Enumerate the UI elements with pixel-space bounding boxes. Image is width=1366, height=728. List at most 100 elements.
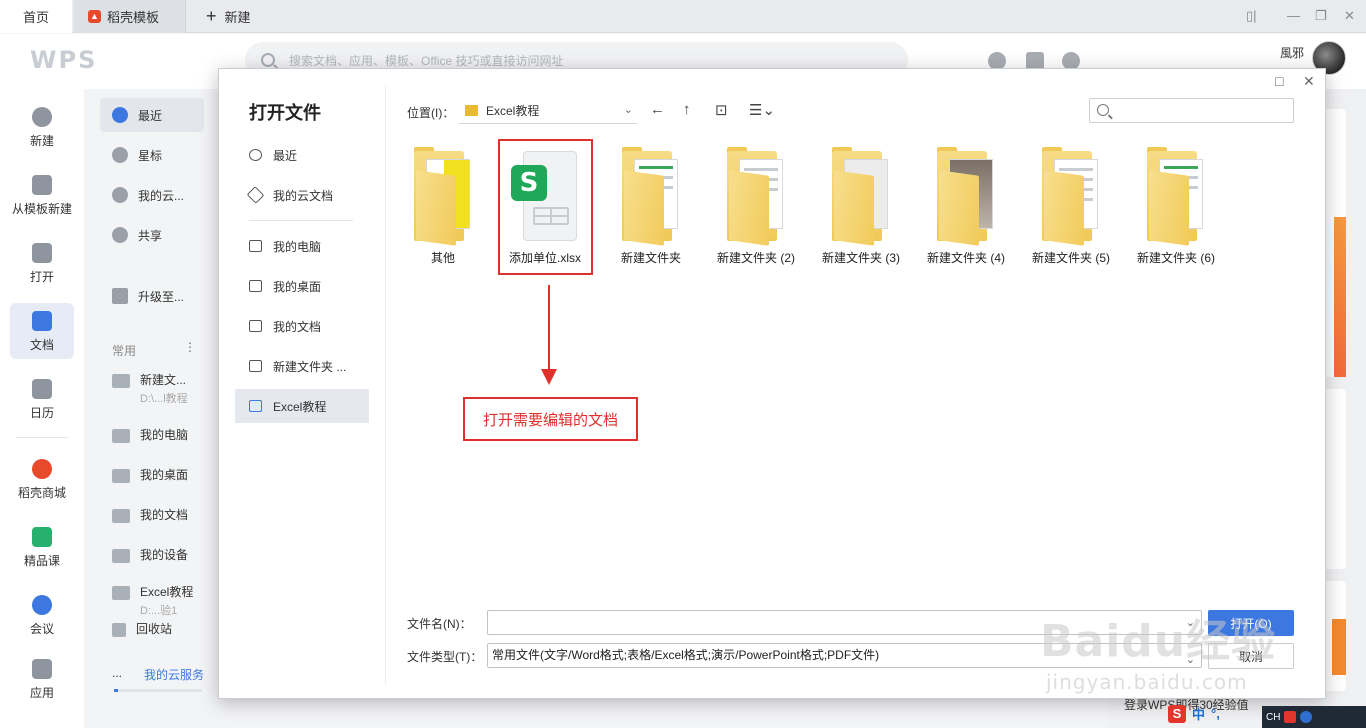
sogou-tray-icon[interactable] bbox=[1284, 711, 1297, 723]
upgrade-icon bbox=[112, 288, 128, 304]
tablet-mode-icon[interactable]: ▯| bbox=[1246, 8, 1257, 24]
nav-star[interactable]: 星标 bbox=[100, 138, 204, 172]
nav-upgrade[interactable]: 升级至... bbox=[100, 279, 204, 313]
common-my-desktop[interactable]: 我的桌面 bbox=[112, 466, 188, 483]
location-dropdown[interactable]: Excel教程 ⌄ bbox=[459, 98, 637, 124]
dialog-nav-desktop[interactable]: 我的桌面 bbox=[235, 269, 369, 303]
dialog-nav-cloud[interactable]: 我的云文档 bbox=[235, 178, 369, 212]
clock-icon bbox=[249, 149, 262, 161]
sogou-icon: S bbox=[1168, 704, 1186, 723]
ime-toolbar[interactable]: S 中 °, bbox=[1168, 704, 1220, 723]
apps-icon bbox=[32, 659, 52, 679]
dialog-nav-recent[interactable]: 最近 bbox=[235, 138, 369, 172]
template-icon bbox=[32, 175, 52, 195]
common-my-pc[interactable]: 我的电脑 bbox=[112, 426, 188, 443]
location-label: 位置(I)： bbox=[407, 106, 455, 120]
file-item[interactable]: 新建文件夹 (6) bbox=[1126, 147, 1226, 266]
view-mode-icon[interactable]: ☰⌄ bbox=[749, 101, 775, 119]
maximize-icon[interactable]: □ bbox=[1275, 73, 1283, 89]
common-my-devices[interactable]: 我的设备 bbox=[112, 546, 188, 563]
dialog-nav-new-folder[interactable]: 新建文件夹 ... bbox=[235, 349, 369, 383]
file-item[interactable]: 新建文件夹 (3) bbox=[811, 147, 911, 266]
dialog-nav-recent-label: 最近 bbox=[273, 148, 298, 163]
common-my-desktop-label: 我的桌面 bbox=[140, 468, 189, 482]
more-options-icon[interactable]: ⋮ bbox=[184, 340, 196, 354]
file-name: 其他 bbox=[430, 251, 455, 265]
nav-recent[interactable]: 最近 bbox=[100, 98, 204, 132]
tab-daoke-templates[interactable]: ▲ 稻壳模板 bbox=[74, 0, 186, 33]
plus-icon bbox=[32, 107, 52, 127]
folder-icon bbox=[112, 373, 130, 388]
ime-mode: 中 bbox=[1192, 707, 1206, 722]
system-tray: CH bbox=[1262, 706, 1366, 728]
dialog-nav-desktop-label: 我的桌面 bbox=[273, 279, 322, 294]
dialog-title: 打开文件 bbox=[249, 103, 321, 123]
user-name[interactable]: 風邪 bbox=[1280, 44, 1304, 61]
rail-meeting[interactable]: 会议 bbox=[0, 595, 84, 637]
common-trash[interactable]: 回收站 bbox=[112, 620, 172, 637]
folder-icon bbox=[249, 320, 262, 332]
rail-from-template[interactable]: 从模板新建 bbox=[0, 175, 84, 217]
folder-icon bbox=[249, 360, 262, 372]
rail-calendar-label: 日历 bbox=[29, 406, 54, 420]
common-my-docs[interactable]: 我的文档 bbox=[112, 506, 188, 523]
search-icon bbox=[1097, 104, 1109, 116]
annotation-highlight-box bbox=[498, 139, 593, 275]
daoke-logo-icon: ▲ bbox=[88, 10, 101, 23]
close-icon[interactable]: ✕ bbox=[1303, 73, 1315, 90]
trash-icon bbox=[112, 622, 126, 637]
close-window-icon[interactable]: ✕ bbox=[1344, 8, 1355, 24]
language-indicator[interactable]: CH bbox=[1266, 712, 1280, 723]
meeting-icon bbox=[32, 595, 52, 615]
nav-cloud[interactable]: 我的云... bbox=[100, 178, 204, 212]
restore-icon[interactable]: ❐ bbox=[1315, 8, 1327, 24]
tab-new[interactable]: + 新建 bbox=[204, 0, 251, 33]
tab-home[interactable]: 首页 bbox=[0, 0, 72, 33]
wps-logo: WPS bbox=[30, 46, 98, 74]
dialog-search-input[interactable] bbox=[1089, 98, 1294, 123]
cloud-icon bbox=[112, 187, 128, 203]
up-arrow-icon[interactable]: ↑ bbox=[683, 101, 691, 118]
search-icon bbox=[261, 53, 275, 67]
common-excel-tutorial[interactable]: Excel教程 D:...验1 bbox=[112, 583, 193, 618]
file-item[interactable]: 新建文件夹 (4) bbox=[916, 147, 1016, 266]
file-item[interactable]: 新建文件夹 (5) bbox=[1021, 147, 1121, 266]
rail-open[interactable]: 打开 bbox=[0, 243, 84, 285]
common-new-folder[interactable]: 新建文... D:\...l教程 bbox=[112, 371, 188, 406]
file-item[interactable]: 新建文件夹 bbox=[601, 147, 701, 266]
help-icon[interactable] bbox=[1300, 711, 1313, 723]
dialog-nav-pc-label: 我的电脑 bbox=[273, 239, 322, 254]
filename-label: 文件名(N)： bbox=[407, 617, 472, 631]
common-my-docs-label: 我的文档 bbox=[140, 508, 189, 522]
dialog-nav-excel-label: Excel教程 bbox=[273, 399, 327, 414]
dialog-nav-excel-tutorial[interactable]: Excel教程 bbox=[235, 389, 369, 423]
course-icon bbox=[32, 527, 52, 547]
back-arrow-icon[interactable]: ← bbox=[650, 101, 665, 118]
minimize-icon[interactable]: — bbox=[1287, 8, 1300, 23]
nav-cloud-label: 我的云... bbox=[138, 188, 185, 203]
common-my-devices-label: 我的设备 bbox=[140, 548, 189, 562]
cube-icon bbox=[246, 186, 265, 204]
rail-new-label: 新建 bbox=[29, 134, 54, 148]
file-item[interactable]: 新建文件夹 (2) bbox=[706, 147, 806, 266]
new-folder-icon[interactable]: ⊡ bbox=[715, 101, 728, 119]
rail-calendar[interactable]: 日历 bbox=[0, 379, 84, 421]
dialog-nav-pc[interactable]: 我的电脑 bbox=[235, 229, 369, 263]
rail-from-template-label: 从模板新建 bbox=[11, 202, 72, 216]
dialog-nav-docs[interactable]: 我的文档 bbox=[235, 309, 369, 343]
cloud-service-link[interactable]: 我的云服务 bbox=[144, 666, 204, 683]
folder-icon bbox=[112, 508, 130, 523]
rail-daoke-store[interactable]: 稻壳商城 bbox=[0, 459, 84, 501]
rail-courses[interactable]: 精品课 bbox=[0, 527, 84, 569]
file-item[interactable]: 其他 bbox=[393, 147, 493, 266]
nav-upgrade-label: 升级至... bbox=[138, 289, 185, 304]
search-placeholder: 搜索文档、应用、模板、Office 技巧或直接访问网址 bbox=[289, 53, 564, 68]
rail-documents[interactable]: 文档 bbox=[0, 303, 84, 359]
rail-new[interactable]: 新建 bbox=[0, 107, 84, 149]
folder-icon bbox=[465, 105, 478, 116]
rail-documents-label: 文档 bbox=[29, 338, 54, 352]
rail-apps[interactable]: 应用 bbox=[0, 659, 84, 701]
location-value: Excel教程 bbox=[486, 104, 540, 118]
nav-share[interactable]: 共享 bbox=[100, 218, 204, 252]
devices-icon bbox=[112, 548, 130, 563]
